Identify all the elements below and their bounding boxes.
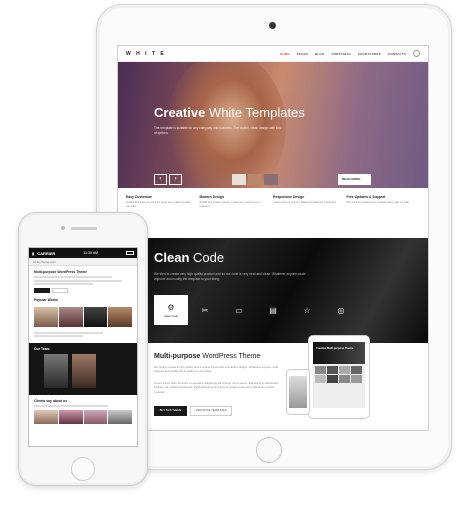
mobile-buttons: [34, 288, 132, 293]
slider-thumb[interactable]: [264, 174, 278, 185]
features-row: Easy Customize Quality and ease are what…: [118, 188, 428, 238]
slider-thumb[interactable]: [232, 174, 246, 185]
nav-link-home[interactable]: HOME: [280, 52, 290, 56]
feature-title: Free Updates & Support: [346, 195, 386, 199]
hero-slider: Creative White Templates The template is…: [118, 62, 428, 188]
feature-title: Easy Customize: [126, 195, 153, 199]
client-photo[interactable]: [58, 409, 83, 424]
feature-title: Responsive Design: [273, 195, 305, 199]
clean-code-text: We tried to create very high quality pro…: [154, 272, 306, 281]
tab-document[interactable]: ▤: [256, 295, 290, 325]
mobile-intro-title: Multi-purpose WordPress Theme: [34, 270, 88, 274]
gallery-item[interactable]: [83, 307, 108, 327]
home-button[interactable]: [256, 437, 282, 463]
client-photo[interactable]: [34, 409, 58, 424]
slider-thumbnails: [232, 174, 278, 185]
tab-monitor[interactable]: ▭: [222, 295, 256, 325]
client-photo[interactable]: [83, 409, 108, 424]
clean-code-title: Clean Code: [154, 250, 225, 265]
clients-title: Clients say about us: [34, 398, 67, 403]
status-time: 11:30 AM: [83, 251, 98, 255]
our-team-section: Our Team: [29, 342, 137, 395]
tab-clean-code[interactable]: ⚙ Clean Code: [154, 295, 188, 325]
iphone-device: ▮ CARRIER 11:30 AM white-theme.com Multi…: [18, 212, 148, 486]
hero-title: Creative White Templates: [154, 105, 305, 120]
hero-text: The template is suitable for any company…: [154, 126, 281, 135]
site-logo[interactable]: W H I T E: [126, 51, 166, 57]
url-bar[interactable]: white-theme.com: [29, 258, 137, 266]
nav-link-pages[interactable]: PAGES: [297, 52, 308, 56]
mini-tablet-preview: Creative Multi-purpose Theme: [308, 335, 370, 419]
nav-link-portfolio[interactable]: PORTFOLIO: [331, 52, 350, 56]
hero-photo: [166, 62, 286, 188]
gallery-item[interactable]: [58, 307, 83, 327]
feature-text: Stylish and modern design meets every ne…: [199, 201, 261, 208]
client-photo[interactable]: [108, 409, 132, 424]
feature-text: Buy once and receive free updates along …: [346, 201, 410, 204]
camera-icon: [61, 226, 65, 230]
mobile-buy-button[interactable]: [34, 288, 50, 293]
speaker-grille: [71, 227, 97, 230]
mini-phone-preview: [286, 369, 310, 415]
buy-theme-button[interactable]: BUY THIS THEME: [154, 406, 187, 416]
team-member-photo[interactable]: [72, 353, 96, 388]
tools-icon: ✂: [201, 305, 209, 315]
tab-support[interactable]: ◎: [324, 295, 358, 325]
multipurpose-section: Multi-purpose WordPress Theme We tried t…: [118, 335, 428, 430]
mockup-stage: W H I T E HOME PAGES BLOG PORTFOLIO SHOR…: [0, 0, 470, 510]
gallery-item[interactable]: [108, 307, 132, 327]
view-templates-button[interactable]: VIEW MORE TEMPLATES: [190, 406, 232, 416]
nav-link-blog[interactable]: BLOG: [315, 52, 324, 56]
ipad-device: W H I T E HOME PAGES BLOG PORTFOLIO SHOR…: [96, 4, 452, 470]
camera-icon: [269, 22, 276, 29]
tab-tools[interactable]: ✂: [188, 295, 222, 325]
monitor-icon: ▭: [235, 305, 243, 315]
gear-icon: ⚙: [167, 302, 175, 312]
tab-star[interactable]: ☆: [290, 295, 324, 325]
popular-works-header: Popular Works: [29, 297, 137, 305]
feature-text: Looks great on phones, tablets and deskt…: [273, 201, 337, 204]
our-team-title: Our Team: [34, 346, 50, 351]
search-icon[interactable]: [413, 50, 420, 57]
multipurpose-title: Multi-purpose WordPress Theme: [154, 353, 261, 360]
document-icon: ▤: [269, 305, 277, 315]
feature-icon-tabs: ⚙ Clean Code ✂ ▭ ▤ ☆ ◎: [154, 295, 358, 325]
gallery-item[interactable]: [34, 307, 58, 327]
feature-item: Free Updates & Support Buy once and rece…: [347, 195, 421, 231]
feature-title: Modern Design: [199, 195, 225, 199]
feature-item: Responsive Design Looks great on phones,…: [273, 195, 347, 231]
status-bar: ▮ CARRIER 11:30 AM: [29, 248, 137, 258]
top-navigation: W H I T E HOME PAGES BLOG PORTFOLIO SHOR…: [118, 46, 428, 62]
ipad-screen: W H I T E HOME PAGES BLOG PORTFOLIO SHOR…: [117, 45, 429, 431]
battery-icon: [126, 251, 134, 255]
clean-code-section: Clean Code We tried to create very high …: [118, 238, 428, 343]
nav-link-shortcodes[interactable]: SHORTCODES: [358, 52, 381, 56]
read-more-button[interactable]: READ MORE: [338, 174, 371, 185]
tab-label: Clean Code: [164, 314, 178, 318]
chevron-left-icon[interactable]: ‹: [154, 174, 167, 185]
iphone-screen: ▮ CARRIER 11:30 AM white-theme.com Multi…: [28, 247, 138, 447]
mobile-more-button[interactable]: [52, 288, 68, 293]
signal-icon: ▮: [32, 250, 35, 256]
carrier-name: CARRIER: [37, 250, 56, 256]
mini-banner: Creative Multi-purpose Theme: [313, 342, 365, 364]
multipurpose-text: Lorem ipsum dolor sit amet, consectetur …: [154, 381, 279, 394]
slider-thumb[interactable]: [248, 174, 262, 185]
nav-link-contacts[interactable]: CONTACTS: [388, 52, 406, 56]
team-member-photo[interactable]: [44, 353, 68, 388]
clients-section: Clients say about us: [29, 395, 137, 428]
feature-item: Modern Design Stylish and modern design …: [200, 195, 274, 231]
mini-grid: [313, 364, 365, 385]
multipurpose-text: We tried to create a high quality and a …: [154, 365, 279, 374]
chevron-right-icon[interactable]: ›: [169, 174, 182, 185]
popular-works-gallery: [29, 305, 137, 329]
nav-links: HOME PAGES BLOG PORTFOLIO SHORTCODES CON…: [280, 50, 420, 57]
home-button[interactable]: [71, 457, 95, 481]
feature-text: Quality and ease are what we strive for …: [126, 201, 191, 208]
mobile-intro: Multi-purpose WordPress Theme: [29, 266, 137, 297]
star-icon: ☆: [303, 305, 311, 315]
support-icon: ◎: [337, 305, 345, 315]
popular-works-title: Popular Works: [34, 298, 58, 302]
